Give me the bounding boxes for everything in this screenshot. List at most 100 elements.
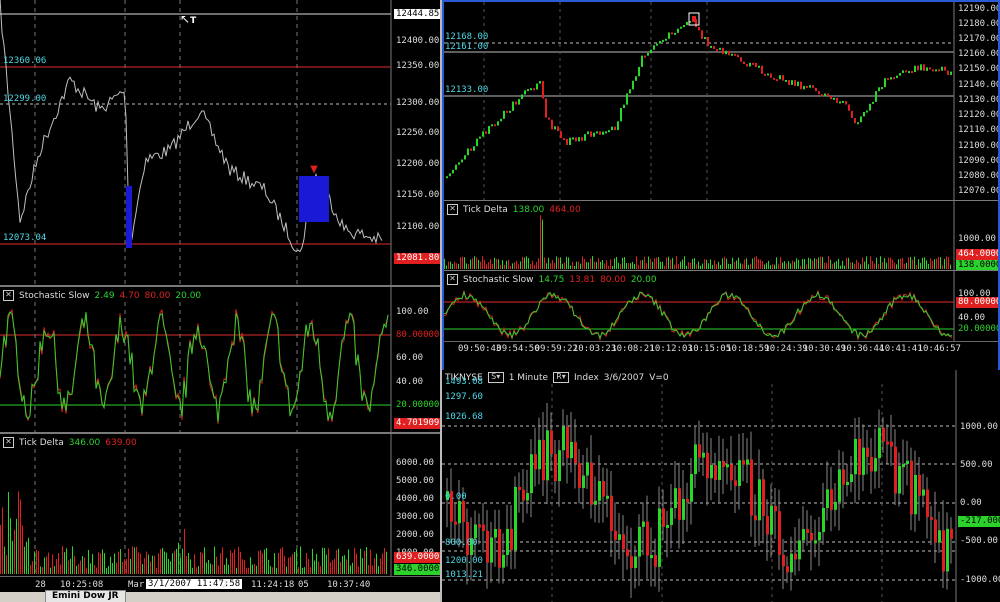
candle [738, 460, 741, 487]
right-price-chart[interactable]: 12190.00 12180.00 12170.00 12160.00 1215… [444, 2, 998, 200]
candle [830, 96, 832, 100]
volume-bar [326, 554, 327, 574]
candle [890, 441, 893, 447]
volume-bar [490, 259, 491, 269]
candle [464, 155, 466, 160]
candle [950, 528, 953, 539]
volume-bar [300, 546, 301, 574]
candle [926, 67, 928, 71]
candle [779, 75, 781, 80]
volume-bar [196, 567, 197, 574]
right-stoch-plot[interactable] [444, 271, 998, 341]
volume-bar [778, 264, 779, 269]
left-stochastic-panel[interactable]: ✕ Stochastic Slow 2.49 4.70 80.00 20.00 … [0, 287, 440, 432]
volume-bar [784, 261, 785, 269]
volume-bar [696, 264, 697, 269]
volume-bar [156, 567, 157, 574]
left-stoch-plot[interactable] [0, 287, 440, 432]
tick-nyse-chart[interactable]: TIKNYSE S▾ 1 Minute R▾ Index 3/6/2007 V=… [442, 370, 1000, 602]
volume-bar [684, 256, 685, 269]
volume-bar [870, 256, 871, 269]
volume-bar [190, 559, 191, 574]
volume-bar [930, 258, 931, 269]
volume-bar [118, 551, 119, 574]
volume-bar [238, 546, 239, 574]
volume-bar [670, 259, 671, 269]
candle [851, 110, 853, 119]
right-tick-plot[interactable] [444, 201, 998, 270]
volume-bar [608, 265, 609, 269]
volume-bar [44, 557, 45, 574]
volume-bar [266, 548, 267, 574]
volume-bar [252, 564, 253, 574]
candle [474, 524, 477, 539]
candle [845, 100, 847, 105]
volume-bar [322, 547, 323, 574]
volume-bar [42, 567, 43, 574]
candle [923, 64, 925, 71]
volume-bar [178, 542, 179, 574]
volume-bar [36, 549, 37, 574]
candle [869, 103, 871, 111]
volume-bar [98, 552, 99, 574]
volume-bar [746, 258, 747, 269]
tab-emini-dow[interactable]: Emini Dow JR [45, 590, 126, 602]
volume-bar [768, 260, 769, 269]
right-time-axis[interactable]: 09:50:43 09:54:50 09:59:22 10:03:23 10:08:21… [444, 341, 998, 369]
candle [518, 99, 520, 105]
volume-bar [314, 560, 315, 574]
volume-bar [544, 257, 545, 269]
time-label: 10:41:41 [879, 344, 923, 354]
left-tick-delta-panel[interactable]: ✕ Tick Delta 346.00 639.00 6000.00 5000.… [0, 434, 440, 576]
candle [562, 426, 565, 451]
candle [866, 110, 868, 113]
volume-bar [820, 256, 821, 269]
candle [750, 459, 753, 516]
volume-bar [834, 262, 835, 269]
candle [806, 529, 809, 533]
volume-bar [336, 549, 337, 574]
candle [818, 91, 820, 95]
volume-bar [94, 565, 95, 574]
volume-bar [294, 552, 295, 574]
candle [858, 438, 861, 475]
volume-bar [920, 262, 921, 269]
lt-axis-1: 12400.00 [396, 36, 440, 46]
volume-bar [908, 257, 909, 269]
volume-bar [328, 548, 329, 574]
lk-axis-4: 2000.00 [396, 530, 434, 540]
volume-bar [690, 262, 691, 269]
candle [899, 72, 901, 76]
candle [794, 80, 796, 87]
left-price-chart[interactable]: ▼ 12444.85 12400.00 12350.00 12300.00 12… [0, 0, 440, 285]
left-tick-plot[interactable] [0, 434, 440, 576]
candle [620, 108, 622, 122]
candle [554, 126, 556, 130]
right-chart-window[interactable]: 12190.00 12180.00 12170.00 12160.00 1215… [442, 0, 1000, 372]
candle [458, 162, 460, 165]
candle [704, 37, 706, 40]
volume-bar [288, 557, 289, 574]
candle [758, 65, 760, 68]
right-stochastic-panel[interactable]: ✕ Stochastic Slow 14.75 13.81 80.00 20.0… [444, 271, 998, 341]
candle [758, 479, 761, 521]
volume-bar [342, 556, 343, 574]
tiknyse-plot[interactable] [442, 370, 1000, 602]
volume-bar [26, 541, 27, 574]
volume-bar [698, 261, 699, 269]
candle [710, 45, 712, 48]
volume-bar [308, 558, 309, 574]
volume-bar [358, 566, 359, 574]
time-label: 10:18:59 [726, 344, 770, 354]
volume-bar [54, 566, 55, 574]
volume-bar [180, 557, 181, 574]
volume-bar [886, 262, 887, 269]
candle [654, 555, 657, 567]
right-tick-delta-panel[interactable]: ✕ Tick Delta 138.00 464.00 1000.00 464.0… [444, 201, 998, 270]
volume-bar [260, 550, 261, 574]
left-price-plot[interactable]: ▼ [0, 0, 440, 285]
volume-bar [892, 259, 893, 269]
candle [930, 516, 933, 520]
right-price-plot[interactable] [444, 2, 998, 200]
candle [530, 454, 533, 494]
